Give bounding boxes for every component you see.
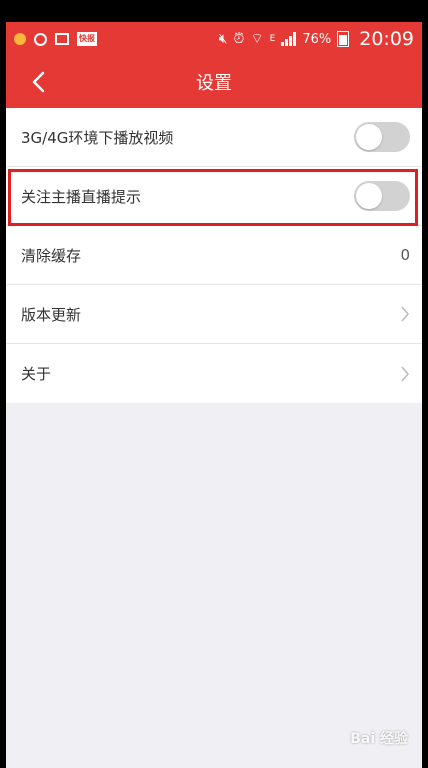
settings-screen: 快报 🔇︎ ⏰︎ ⌔ E 76% 20:09 设置 3G/4G环境下播放视频 关… — [6, 22, 422, 768]
header-bar: 设置 — [6, 56, 422, 108]
toggle-knob — [356, 183, 382, 209]
watermark: Bai 经验 — [350, 731, 408, 747]
status-bar: 快报 🔇︎ ⏰︎ ⌔ E 76% 20:09 — [6, 22, 422, 56]
alarm-icon: ⏰︎ — [233, 31, 245, 47]
setting-row-clear-cache[interactable]: 清除缓存 0 — [6, 226, 422, 285]
back-button[interactable] — [22, 66, 54, 98]
network-type: E — [269, 34, 276, 44]
gallery-icon — [55, 33, 69, 45]
setting-label: 版本更新 — [21, 305, 82, 324]
signal-icon — [281, 32, 297, 46]
settings-list: 3G/4G环境下播放视频 关注主播直播提示 清除缓存 0 版本更新 关于 — [6, 108, 422, 403]
setting-row-about[interactable]: 关于 — [6, 344, 422, 403]
battery-icon — [337, 31, 350, 47]
cache-size-value: 0 — [400, 246, 410, 264]
setting-label: 清除缓存 — [21, 246, 82, 265]
chevron-left-icon — [32, 71, 45, 93]
app-badge-icon: 快报 — [77, 32, 97, 46]
notification-dot-icon — [14, 33, 26, 45]
page-title: 设置 — [196, 73, 232, 94]
toggle-knob — [356, 124, 382, 150]
mobile-video-toggle[interactable] — [354, 122, 410, 152]
setting-label: 关于 — [21, 365, 52, 383]
chevron-right-icon — [401, 306, 409, 322]
clock: 20:09 — [359, 28, 414, 50]
setting-row-live-notification[interactable]: 关注主播直播提示 — [6, 167, 422, 226]
battery-percent: 76% — [302, 31, 332, 47]
chevron-right-icon — [401, 366, 409, 381]
setting-row-mobile-video[interactable]: 3G/4G环境下播放视频 — [6, 108, 422, 167]
live-notification-toggle[interactable] — [354, 181, 410, 211]
setting-label: 关注主播直播提示 — [21, 187, 142, 206]
setting-row-version-update[interactable]: 版本更新 — [6, 285, 422, 344]
setting-label: 3G/4G环境下播放视频 — [21, 128, 174, 147]
q-app-icon — [34, 32, 47, 46]
wifi-icon: ⌔ — [250, 31, 264, 47]
mute-icon: 🔇︎ — [218, 31, 228, 47]
